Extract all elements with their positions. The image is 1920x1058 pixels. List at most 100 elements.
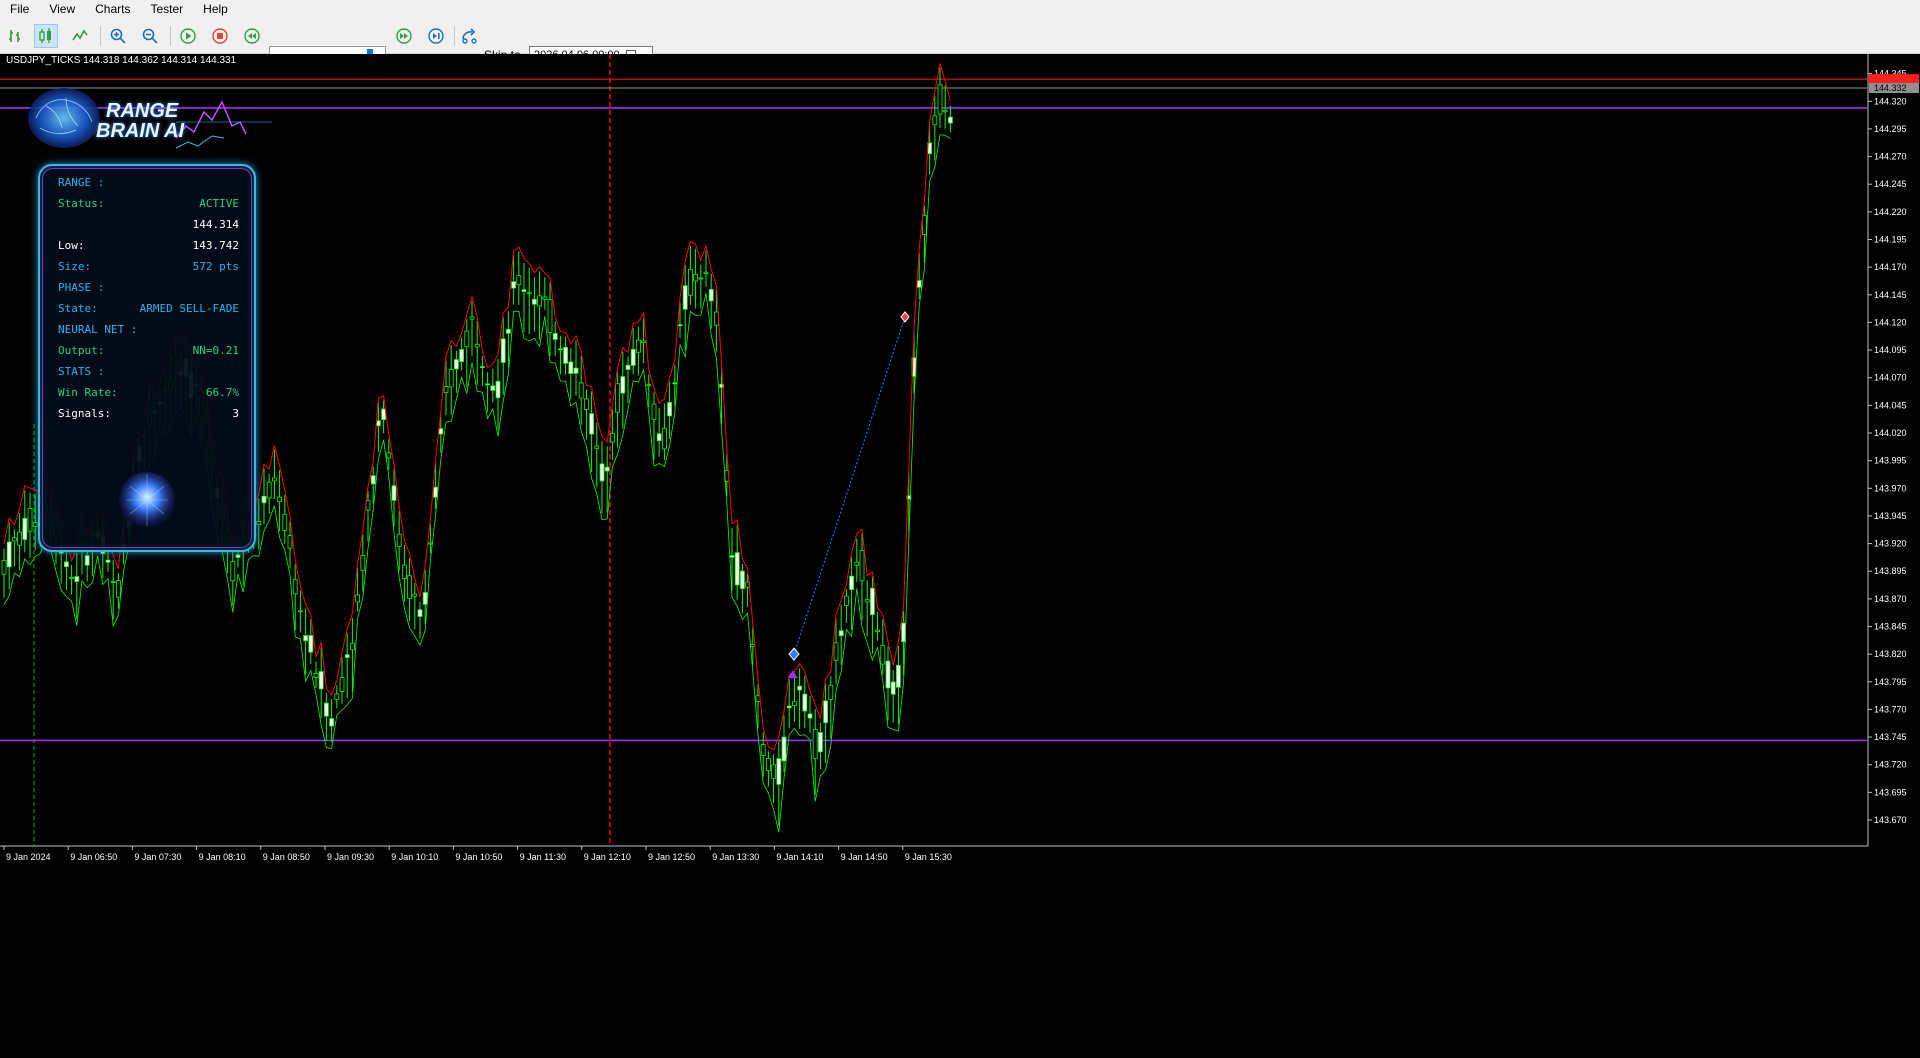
candle-bear	[636, 339, 641, 353]
panel-row-output: Output: NN=0.21	[58, 344, 239, 357]
candle-bull	[511, 281, 517, 289]
candle-bear	[864, 599, 870, 603]
panel-row-signals: Signals: 3	[58, 407, 239, 420]
candle-bull	[916, 280, 922, 288]
price-axis-label: 143.770	[1874, 704, 1907, 714]
candle-bear	[547, 299, 553, 333]
skip-to-icon[interactable]	[458, 24, 482, 48]
fast-forward-icon[interactable]	[392, 24, 416, 48]
price-axis-label: 143.745	[1874, 732, 1907, 742]
time-axis-label: 9 Jan 11:30	[520, 852, 566, 862]
candle-bull	[375, 420, 381, 427]
candle-bear	[932, 115, 938, 126]
candle-bull	[105, 559, 111, 563]
panel-key: Output:	[58, 344, 105, 357]
candle-bull	[599, 463, 605, 482]
candle-bear	[651, 403, 657, 420]
menu-charts[interactable]: Charts	[85, 0, 140, 18]
price-axis-label: 143.695	[1874, 787, 1907, 797]
candle-bear	[469, 316, 475, 320]
panel-value: 66.7%	[205, 386, 239, 399]
candle-bull	[604, 466, 610, 472]
candle-bull	[776, 758, 782, 785]
menu-tester[interactable]: Tester	[140, 0, 193, 18]
candle-bear	[334, 693, 340, 700]
candle-bull	[568, 361, 574, 374]
candle-bull	[807, 713, 813, 719]
candle-bear	[407, 575, 413, 599]
candle-bull	[433, 486, 439, 498]
menu-file[interactable]: File	[0, 0, 39, 18]
time-axis-label: 9 Jan 15:30	[905, 852, 952, 862]
bar-chart-icon[interactable]	[4, 24, 28, 48]
panel-row-low: Low: 143.742	[58, 239, 239, 252]
candle-bull	[6, 541, 12, 568]
step-forward-icon[interactable]	[424, 24, 448, 48]
candle-bear	[844, 595, 849, 606]
candle-bear	[792, 701, 797, 706]
candle-bull	[417, 609, 423, 617]
zoom-in-icon[interactable]	[106, 24, 130, 48]
time-axis-label: 9 Jan 14:10	[776, 852, 823, 862]
candle-bear	[11, 537, 17, 542]
menu-help[interactable]: Help	[193, 0, 238, 18]
candle-bull	[261, 495, 267, 504]
range-brain-ai-logo: RANGE BRAIN AI	[26, 82, 272, 158]
price-axis-label: 144.145	[1874, 290, 1907, 300]
candle-bull	[740, 570, 745, 590]
candle-bull	[885, 660, 891, 689]
trade-link-line	[793, 316, 906, 655]
candle-bear	[942, 109, 948, 113]
candle-bull	[479, 366, 485, 368]
panel-key: State:	[58, 302, 98, 315]
candle-bear	[339, 677, 345, 692]
time-axis-label: 9 Jan 07:30	[134, 852, 181, 862]
candle-bear	[771, 764, 776, 779]
candle-bear	[266, 481, 272, 499]
price-axis-label: 143.670	[1874, 815, 1907, 825]
candle-bear	[828, 684, 834, 700]
candle-bull	[786, 705, 792, 709]
candle-bull	[344, 654, 350, 658]
zoom-out-icon[interactable]	[138, 24, 162, 48]
panel-row-win-rate: Win Rate: 66.7%	[58, 386, 239, 399]
candle-bear	[594, 445, 600, 449]
candle-bear	[360, 555, 366, 571]
toolbar: Skip to 2026.04.06 00:00 ▾	[0, 18, 1920, 65]
candle-bull	[729, 555, 735, 558]
candle-bear	[443, 386, 449, 394]
stop-icon[interactable]	[208, 24, 232, 48]
candle-bull	[849, 575, 854, 590]
candle-bear	[349, 642, 355, 651]
play-icon[interactable]	[176, 24, 200, 48]
line-chart-icon[interactable]	[68, 24, 92, 48]
candle-bull	[573, 367, 579, 374]
toolbar-separator	[100, 26, 101, 46]
candle-bear	[698, 277, 704, 280]
rewind-icon[interactable]	[240, 24, 264, 48]
candle-bull	[682, 285, 688, 310]
candle-bull	[563, 346, 568, 364]
candle-bear	[584, 398, 589, 410]
candle-bull	[948, 116, 953, 124]
candle-bear	[292, 579, 298, 595]
candlestick-icon[interactable]	[34, 24, 58, 48]
menu-view[interactable]: View	[39, 0, 85, 18]
time-axis-label: 9 Jan 13:30	[712, 852, 759, 862]
panel-value: 572 pts	[192, 260, 239, 273]
candle-bull	[838, 630, 844, 637]
time-axis-label: 9 Jan 06:50	[70, 852, 117, 862]
price-axis-label: 143.795	[1874, 677, 1907, 687]
panel-key: NEURAL NET :	[58, 323, 138, 336]
price-chart[interactable]: 144.345 144.320 144.295 144.270 144.245 144.2…	[0, 54, 1920, 1058]
candle-bull	[391, 485, 397, 501]
candle-bull	[500, 338, 506, 363]
candle-bull	[667, 401, 672, 417]
candle-bear	[833, 642, 839, 661]
candle-bear	[646, 384, 652, 387]
candle-bull	[625, 364, 631, 370]
panel-row-range-header: RANGE :	[58, 176, 239, 189]
candle-bear	[693, 273, 698, 282]
candle-bear	[448, 368, 454, 388]
candle-bear	[297, 610, 303, 613]
